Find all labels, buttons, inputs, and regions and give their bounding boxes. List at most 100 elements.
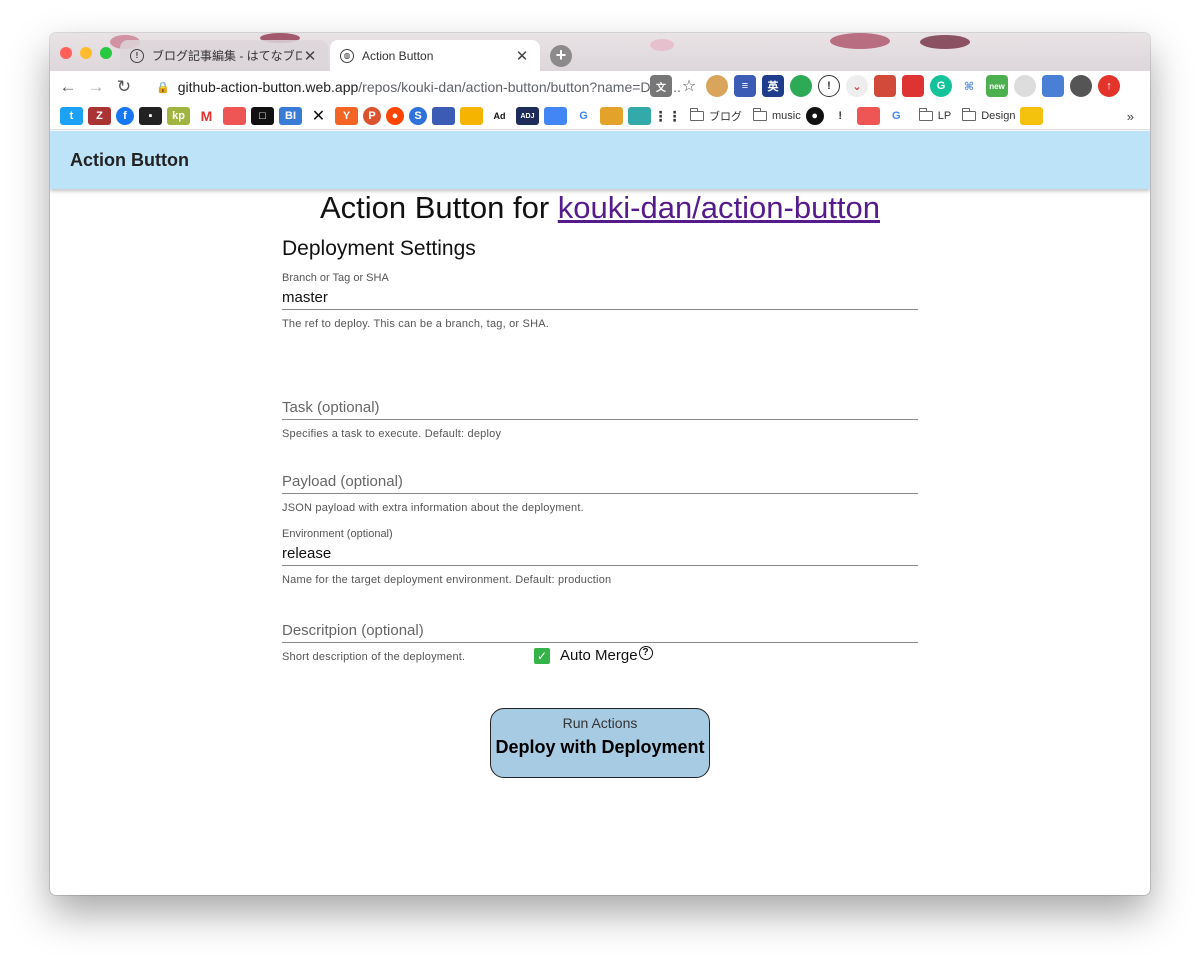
folder-icon: [690, 108, 704, 121]
square-icon[interactable]: □: [251, 107, 274, 125]
avatar[interactable]: [1070, 75, 1092, 97]
bookmarks-overflow-button[interactable]: »: [1127, 109, 1134, 124]
dictionary-icon[interactable]: 英: [762, 75, 784, 97]
onepassword-icon[interactable]: !: [818, 75, 840, 97]
help-icon[interactable]: ?: [638, 645, 653, 660]
task-help: Specifies a task to execute. Default: de…: [282, 428, 502, 440]
payload-field: JSON payload with extra information abou…: [282, 470, 918, 514]
auto-merge-label: Auto Merge: [560, 647, 638, 664]
environment-help: Name for the target deployment environme…: [282, 574, 612, 586]
deploy-button[interactable]: Run Actions Deploy with Deployment: [490, 708, 710, 778]
close-tab-icon[interactable]: ✕: [514, 47, 530, 65]
app-header: Action Button: [50, 131, 1150, 189]
notes-icon[interactable]: ≡: [734, 75, 756, 97]
s-icon[interactable]: S: [409, 107, 427, 125]
cookie-icon[interactable]: [706, 75, 728, 97]
forward-arrow-icon[interactable]: →: [82, 73, 110, 101]
deploy-button-subtitle: Run Actions: [562, 715, 638, 731]
close-tab-icon[interactable]: ✕: [302, 47, 318, 65]
task-input[interactable]: [282, 396, 918, 420]
tab-action-button[interactable]: ◍ Action Button ✕: [330, 40, 540, 71]
auto-merge-option: ✓ Auto Merge ?: [534, 645, 653, 664]
extension-bar: 文 ☆ ≡ 英 ! ⌄ G ⌘ new ↑: [650, 75, 1120, 97]
bookmark-folder-label: ブログ: [709, 111, 742, 123]
screenshot-icon[interactable]: [1042, 75, 1064, 97]
translate-icon[interactable]: 文: [650, 75, 672, 97]
globe-icon: ◍: [340, 48, 354, 63]
kp-icon[interactable]: kp: [167, 107, 190, 125]
close-window-button[interactable]: [60, 47, 72, 59]
repo-link[interactable]: kouki-dan/action-button: [558, 190, 880, 225]
payload-input[interactable]: [282, 470, 918, 494]
photo-icon[interactable]: [628, 107, 651, 125]
slides-icon[interactable]: [1020, 107, 1044, 125]
bi-icon[interactable]: BI: [279, 107, 302, 125]
google-ads-icon[interactable]: [544, 107, 567, 125]
bookmark-folder-music[interactable]: music: [753, 108, 801, 122]
folder-icon: [962, 108, 977, 121]
face-icon[interactable]: [1014, 75, 1036, 97]
tab-title: Action Button: [362, 48, 434, 63]
dragonfly-icon[interactable]: ⌘: [958, 75, 980, 97]
tab-blog-editor[interactable]: ! ブログ記事編集 - はてなブログ ✕: [120, 40, 328, 71]
new-tab-button[interactable]: +: [550, 45, 572, 67]
facebook-icon[interactable]: f: [116, 107, 134, 125]
decorative-petal: [920, 35, 970, 49]
producthunt-icon[interactable]: P: [363, 107, 381, 125]
github-icon[interactable]: ●: [805, 107, 824, 125]
google-bookmark-icon[interactable]: G: [884, 107, 908, 125]
auto-merge-checkbox[interactable]: ✓: [534, 647, 550, 664]
zenn-icon[interactable]: Z: [88, 107, 111, 125]
pocket-icon[interactable]: ⌄: [846, 75, 868, 97]
description-input[interactable]: [282, 619, 918, 643]
ycombinator-icon[interactable]: Y: [335, 107, 358, 125]
evernote-icon[interactable]: [790, 75, 812, 97]
onepassword-bookmark-icon[interactable]: !: [828, 107, 852, 125]
bookmark-star-icon[interactable]: ☆: [678, 75, 700, 97]
chart-icon[interactable]: [460, 107, 483, 125]
folder-icon: [753, 108, 767, 121]
ref-input[interactable]: [282, 286, 918, 310]
lighthouse-icon[interactable]: [874, 75, 896, 97]
x-icon[interactable]: ✕: [307, 107, 330, 125]
bookmark-folder-lp[interactable]: LP: [918, 108, 952, 122]
payload-help: JSON payload with extra information abou…: [282, 502, 584, 514]
main-content: Action Button for kouki-dan/action-butto…: [50, 189, 1150, 895]
twitter-icon[interactable]: t: [60, 107, 83, 125]
tab-title: ブログ記事編集 - はてなブログ: [152, 49, 302, 63]
apps-grid-icon[interactable]: ⋮⋮: [654, 107, 682, 125]
bookmark-folder-label: LP: [937, 110, 952, 122]
url-host: github-action-button.web.app: [177, 79, 359, 95]
ref-label: Branch or Tag or SHA: [282, 272, 389, 284]
reddit-icon[interactable]: ●: [386, 107, 404, 125]
news-icon[interactable]: [432, 107, 455, 125]
google-icon[interactable]: G: [572, 107, 595, 125]
back-arrow-icon[interactable]: ←: [54, 73, 82, 101]
app-title: Action Button: [70, 149, 189, 170]
minimize-window-button[interactable]: [80, 47, 92, 59]
environment-label: Environment (optional): [282, 528, 393, 540]
adage-icon[interactable]: Ad: [488, 107, 511, 125]
decorative-petal: [830, 33, 890, 49]
browser-toolbar: ← → ↻ 🔒 github-action-button.web.app /re…: [50, 71, 1150, 103]
block-icon[interactable]: [902, 75, 924, 97]
gmail-icon[interactable]: M: [195, 107, 218, 125]
unicorn-bookmark-icon[interactable]: [856, 107, 880, 125]
grammarly-icon[interactable]: G: [930, 75, 952, 97]
address-bar[interactable]: 🔒 github-action-button.web.app /repos/ko…: [146, 74, 706, 100]
hatena-icon: !: [130, 48, 144, 63]
bookmark-folder-design[interactable]: Design: [962, 108, 1015, 122]
new-badge-icon[interactable]: new: [986, 75, 1008, 97]
page-title-prefix: Action Button for: [319, 190, 558, 225]
star-icon[interactable]: [600, 107, 623, 125]
adj-icon[interactable]: ADJ: [516, 107, 539, 125]
page-title: Action Button for kouki-dan/action-butto…: [50, 189, 1150, 227]
bookmark-folder-blog[interactable]: ブログ: [690, 108, 742, 124]
tv-icon[interactable]: ▪: [139, 107, 162, 125]
section-title: Deployment Settings: [282, 237, 476, 260]
reload-icon[interactable]: ↻: [110, 73, 138, 101]
update-icon[interactable]: ↑: [1098, 75, 1120, 97]
environment-input[interactable]: [282, 542, 918, 566]
zoom-window-button[interactable]: [100, 47, 112, 59]
unicorn-icon[interactable]: [223, 107, 246, 125]
